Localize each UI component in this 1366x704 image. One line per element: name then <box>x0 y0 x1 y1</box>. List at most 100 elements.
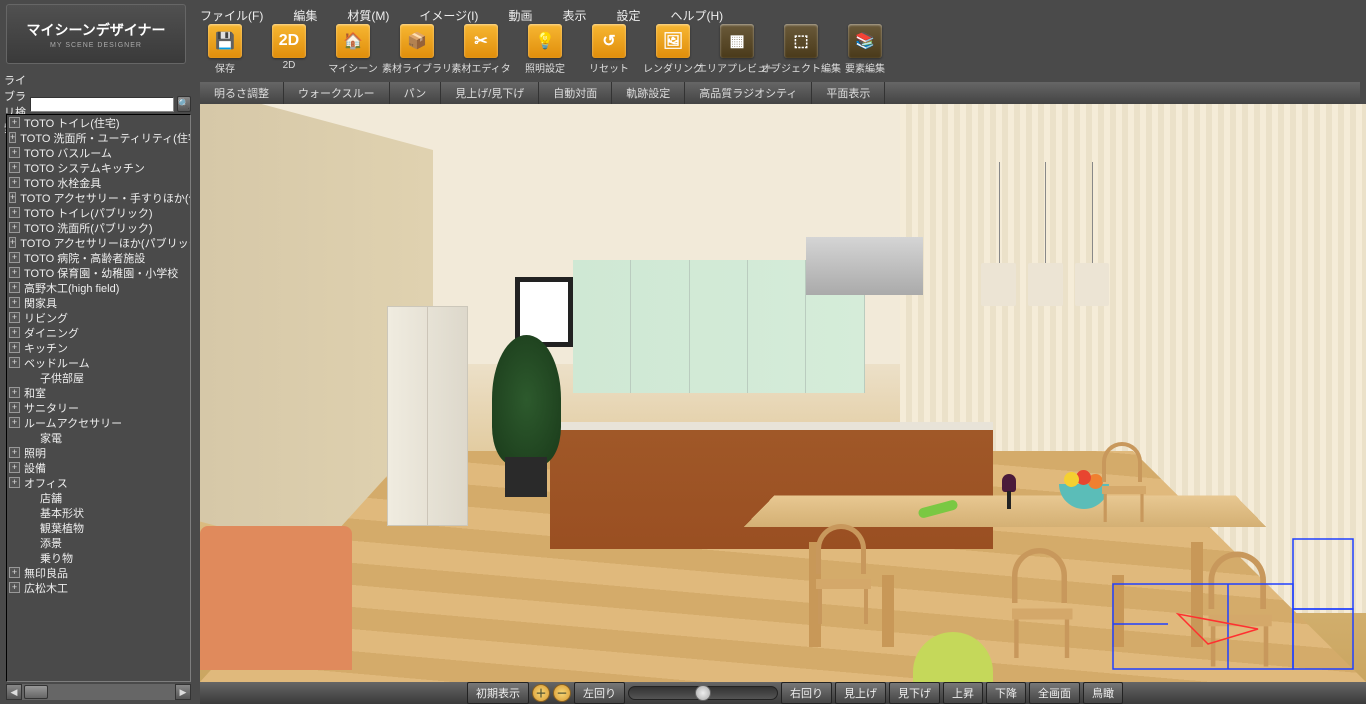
expand-icon[interactable]: + <box>9 327 20 338</box>
tool-リセット[interactable]: ↺リセット <box>584 24 634 75</box>
scroll-right-icon[interactable]: ▶ <box>175 684 191 700</box>
expand-icon[interactable]: + <box>9 582 20 593</box>
tree-item[interactable]: +ルームアクセサリー <box>7 415 190 430</box>
tool-エリアプレビュー[interactable]: ▦エリアプレビュー <box>712 24 762 75</box>
rise-button[interactable]: 上昇 <box>943 682 983 704</box>
tree-item[interactable]: +TOTO アクセサリーほか(パブリック) <box>7 235 190 250</box>
rotate-slider[interactable] <box>628 686 778 700</box>
expand-icon[interactable]: + <box>9 267 20 278</box>
subtool-高品質ラジオシティ[interactable]: 高品質ラジオシティ <box>685 82 812 104</box>
tree-item[interactable]: +ベッドルーム <box>7 355 190 370</box>
tree-item[interactable]: +TOTO 洗面所・ユーティリティ(住宅) <box>7 130 190 145</box>
tree-item[interactable]: +オフィス <box>7 475 190 490</box>
search-input[interactable] <box>30 97 174 112</box>
expand-icon[interactable]: + <box>9 252 20 263</box>
tree-item[interactable]: +TOTO 洗面所(パブリック) <box>7 220 190 235</box>
tool-2D[interactable]: 2D2D <box>264 24 314 71</box>
look-down-button[interactable]: 見下げ <box>889 682 940 704</box>
tree-item[interactable]: +TOTO 水栓金具 <box>7 175 190 190</box>
tree-item[interactable]: +リビング <box>7 310 190 325</box>
expand-icon[interactable]: + <box>9 192 16 203</box>
tree-item[interactable]: +関家具 <box>7 295 190 310</box>
tree-item[interactable]: +基本形状 <box>7 505 190 520</box>
expand-icon[interactable]: + <box>9 222 20 233</box>
tool-素材ライブラリ[interactable]: 📦素材ライブラリ <box>392 24 442 75</box>
expand-icon[interactable]: + <box>9 402 20 413</box>
tree-item[interactable]: +TOTO 病院・高齢者施設 <box>7 250 190 265</box>
viewport-3d[interactable] <box>200 104 1366 682</box>
menu-view[interactable]: 表示 <box>562 7 586 24</box>
expand-icon[interactable]: + <box>9 357 20 368</box>
tree-hscroll[interactable]: ◀ ▶ <box>6 684 191 700</box>
expand-icon[interactable]: + <box>9 297 20 308</box>
tool-照明設定[interactable]: 💡照明設定 <box>520 24 570 75</box>
expand-icon[interactable]: + <box>9 237 16 248</box>
tool-マイシーン[interactable]: 🏠マイシーン <box>328 24 378 75</box>
tree-item[interactable]: +広松木工 <box>7 580 190 595</box>
menu-settings[interactable]: 設定 <box>616 7 640 24</box>
tree-item[interactable]: +TOTO システムキッチン <box>7 160 190 175</box>
expand-icon[interactable]: + <box>9 147 20 158</box>
expand-icon[interactable]: + <box>9 567 20 578</box>
tree-item[interactable]: +子供部屋 <box>7 370 190 385</box>
slider-thumb[interactable] <box>695 685 711 701</box>
tree-item[interactable]: +設備 <box>7 460 190 475</box>
expand-icon[interactable]: + <box>9 477 20 488</box>
subtool-見上げ/見下げ[interactable]: 見上げ/見下げ <box>441 82 539 104</box>
tree-item[interactable]: +観葉植物 <box>7 520 190 535</box>
tree-item[interactable]: +照明 <box>7 445 190 460</box>
rotate-left-button[interactable]: 左回り <box>574 682 625 704</box>
tool-オブジェクト編集[interactable]: ⬚オブジェクト編集 <box>776 24 826 75</box>
tree-item[interactable]: +TOTO 保育園・幼稚園・小学校 <box>7 265 190 280</box>
initial-view-button[interactable]: 初期表示 <box>467 682 529 704</box>
tree-item[interactable]: +店舗 <box>7 490 190 505</box>
menu-help[interactable]: ヘルプ(H) <box>670 7 723 24</box>
menu-image[interactable]: イメージ(I) <box>419 7 478 24</box>
lower-button[interactable]: 下降 <box>986 682 1026 704</box>
expand-icon[interactable]: + <box>9 342 20 353</box>
tree-item[interactable]: +高野木工(high field) <box>7 280 190 295</box>
tree-item[interactable]: +TOTO トイレ(パブリック) <box>7 205 190 220</box>
tree-item[interactable]: +乗り物 <box>7 550 190 565</box>
menu-movie[interactable]: 動画 <box>508 7 532 24</box>
expand-icon[interactable]: + <box>9 162 20 173</box>
expand-icon[interactable]: + <box>9 447 20 458</box>
tree-item[interactable]: +添景 <box>7 535 190 550</box>
expand-icon[interactable]: + <box>9 282 20 293</box>
subtool-パン[interactable]: パン <box>390 82 442 104</box>
expand-icon[interactable]: + <box>9 132 16 143</box>
menu-edit[interactable]: 編集 <box>293 7 317 24</box>
tree-item[interactable]: +家電 <box>7 430 190 445</box>
search-button[interactable]: 🔍 <box>177 96 191 112</box>
tool-保存[interactable]: 💾保存 <box>200 24 250 75</box>
subtool-自動対面[interactable]: 自動対面 <box>539 82 612 104</box>
expand-icon[interactable]: + <box>9 207 20 218</box>
scroll-thumb[interactable] <box>24 685 48 699</box>
subtool-ウォークスルー[interactable]: ウォークスルー <box>284 82 390 104</box>
zoom-out-icon[interactable]: － <box>553 684 571 702</box>
scroll-left-icon[interactable]: ◀ <box>6 684 22 700</box>
library-tree[interactable]: +TOTO トイレ(住宅)+TOTO 洗面所・ユーティリティ(住宅)+TOTO … <box>6 114 191 682</box>
tool-レンダリング[interactable]: 🖼レンダリング <box>648 24 698 75</box>
tree-item[interactable]: +和室 <box>7 385 190 400</box>
subtool-軌跡設定[interactable]: 軌跡設定 <box>612 82 685 104</box>
bird-view-button[interactable]: 鳥瞰 <box>1083 682 1123 704</box>
tree-item[interactable]: +無印良品 <box>7 565 190 580</box>
subtool-明るさ調整[interactable]: 明るさ調整 <box>200 82 284 104</box>
tree-item[interactable]: +キッチン <box>7 340 190 355</box>
fullscreen-button[interactable]: 全画面 <box>1029 682 1080 704</box>
expand-icon[interactable]: + <box>9 312 20 323</box>
menu-material[interactable]: 材質(M) <box>347 7 389 24</box>
zoom-in-icon[interactable]: ＋ <box>532 684 550 702</box>
expand-icon[interactable]: + <box>9 387 20 398</box>
tree-item[interactable]: +TOTO トイレ(住宅) <box>7 115 190 130</box>
expand-icon[interactable]: + <box>9 462 20 473</box>
expand-icon[interactable]: + <box>9 417 20 428</box>
tool-要素編集[interactable]: 📚要素編集 <box>840 24 890 75</box>
tree-item[interactable]: +TOTO バスルーム <box>7 145 190 160</box>
expand-icon[interactable]: + <box>9 177 20 188</box>
tool-素材エディタ[interactable]: ✂素材エディタ <box>456 24 506 75</box>
menu-file[interactable]: ファイル(F) <box>200 7 263 24</box>
rotate-right-button[interactable]: 右回り <box>781 682 832 704</box>
look-up-button[interactable]: 見上げ <box>835 682 886 704</box>
